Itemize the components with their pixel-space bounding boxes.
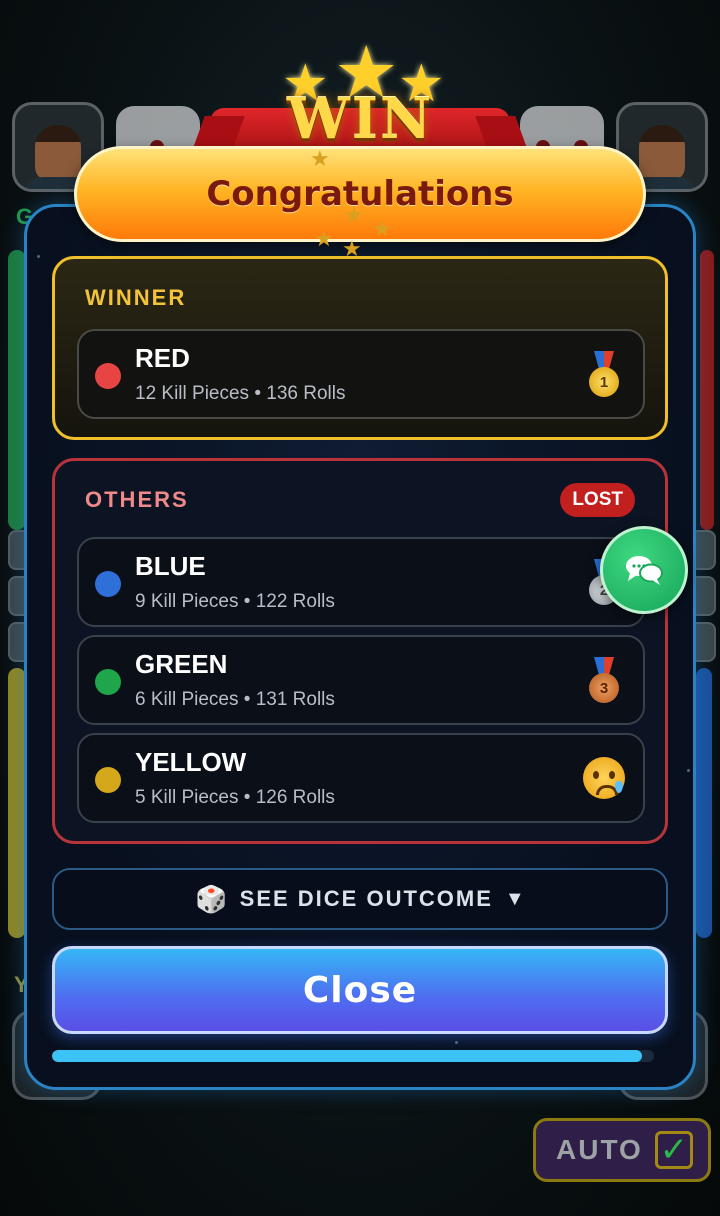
player-row-yellow: YELLOW 5 Kill Pieces • 126 Rolls	[77, 733, 645, 823]
progress-fill	[52, 1050, 642, 1062]
others-section-title: OTHERS	[85, 487, 189, 512]
player-stats: 12 Kill Pieces • 136 Rolls	[135, 383, 346, 404]
sparkle-icon: ★	[342, 236, 362, 261]
winner-section: WINNER RED 12 Kill Pieces • 136 Rolls 1	[52, 256, 668, 440]
sparkle-icon: ★	[310, 146, 330, 171]
gold-medal-icon: 1	[589, 351, 619, 399]
sparkle-icon: ★	[314, 226, 334, 251]
others-section: OTHERS LOST BLUE 9 Kill Pieces • 122 Rol…	[52, 458, 668, 844]
lost-badge: LOST	[560, 483, 635, 517]
chat-button[interactable]	[600, 526, 688, 614]
player-stats: 5 Kill Pieces • 126 Rolls	[135, 787, 335, 808]
winner-section-title: WINNER	[85, 285, 187, 310]
win-title: WIN	[286, 86, 434, 152]
checkmark-icon: ✓	[654, 1131, 693, 1169]
winner-player-row: RED 12 Kill Pieces • 136 Rolls 1	[77, 329, 645, 419]
sparkle-icon: ★	[372, 216, 392, 241]
player-name: RED	[135, 343, 190, 373]
tear-icon	[615, 781, 623, 793]
red-side-bar	[700, 250, 714, 530]
bronze-medal-icon: 3	[589, 657, 619, 705]
player-name: BLUE	[135, 551, 206, 581]
player-stats: 6 Kill Pieces • 131 Rolls	[135, 689, 335, 710]
dice-icon: 🎲	[195, 884, 228, 914]
player-name: YELLOW	[135, 747, 247, 777]
chat-bubbles-icon	[626, 556, 663, 585]
close-button-label: Close	[302, 969, 418, 1011]
player-color-dot	[95, 767, 121, 793]
chevron-down-icon: ▼	[504, 887, 525, 910]
see-dice-outcome-label: SEE DICE OUTCOME	[239, 886, 493, 911]
player-color-dot	[95, 571, 121, 597]
player-row-blue: BLUE 9 Kill Pieces • 122 Rolls 2	[77, 537, 645, 627]
see-dice-outcome-button[interactable]: 🎲 SEE DICE OUTCOME ▼	[52, 868, 668, 930]
player-row-green: GREEN 6 Kill Pieces • 131 Rolls 3	[77, 635, 645, 725]
sparkle-icon: ★	[344, 202, 364, 227]
auto-label: AUTO	[556, 1134, 643, 1165]
blue-side-bar	[696, 668, 712, 938]
auto-play-toggle[interactable]: AUTO ✓	[533, 1118, 711, 1182]
player-name: GREEN	[135, 649, 228, 679]
player-color-dot	[95, 363, 121, 389]
player-stats: 9 Kill Pieces • 122 Rolls	[135, 591, 335, 612]
auto-close-progress-bar	[52, 1050, 654, 1062]
close-button[interactable]: Close	[52, 946, 668, 1034]
player-color-dot	[95, 669, 121, 695]
